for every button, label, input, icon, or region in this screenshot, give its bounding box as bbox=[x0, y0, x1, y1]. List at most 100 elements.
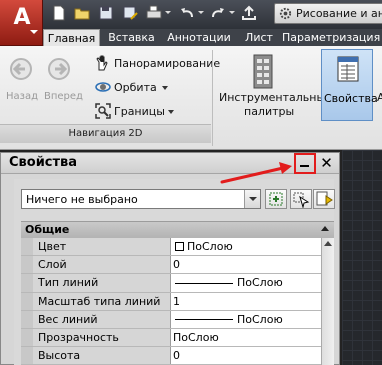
group-header-general[interactable]: Общие bbox=[21, 221, 334, 238]
properties-button[interactable]: Свойства bbox=[321, 49, 378, 121]
property-value-text: ПоСлою bbox=[187, 240, 233, 253]
forward-label: Вперед bbox=[44, 91, 83, 102]
property-name: Тип линий bbox=[33, 274, 171, 292]
linetype-sample bbox=[175, 282, 233, 284]
redo-icon[interactable] bbox=[209, 4, 227, 22]
orbit-label[interactable]: Орбита bbox=[114, 81, 157, 94]
lineweight-sample bbox=[175, 319, 233, 321]
select-objects-button[interactable] bbox=[290, 189, 312, 209]
properties-palette: Свойства ✕ Ничего не выбрано Общие Цвет … bbox=[0, 152, 340, 365]
tool-palettes-icon[interactable] bbox=[252, 54, 274, 90]
property-row-layer[interactable]: Слой 0 bbox=[21, 256, 334, 275]
property-value-lineweight[interactable]: ПоСлою bbox=[171, 310, 321, 328]
extents-label[interactable]: Границы bbox=[114, 105, 165, 118]
property-name: Прозрачность bbox=[33, 328, 171, 347]
properties-table: Цвет ПоСлою Слой 0 Тип линий ПоСлою Масш… bbox=[21, 238, 334, 365]
ribbon-tabs: Главная Вставка Аннотации Лист Параметри… bbox=[43, 29, 382, 46]
property-value-linetype-scale[interactable]: 1 bbox=[171, 292, 321, 310]
tab-insert[interactable]: Вставка bbox=[104, 29, 159, 46]
property-row-thickness[interactable]: Высота 0 bbox=[21, 347, 334, 365]
property-row-lineweight[interactable]: Вес линий ПоСлою bbox=[21, 310, 334, 329]
chevron-down-icon[interactable] bbox=[162, 86, 168, 90]
workspace-selector[interactable]: Рисование и аннот bbox=[274, 3, 382, 24]
tool-palettes-label-line2[interactable]: палитры bbox=[244, 105, 294, 118]
chevron-down-icon[interactable] bbox=[198, 11, 204, 14]
property-name: Слой bbox=[33, 256, 171, 274]
tab-layout[interactable]: Лист bbox=[242, 29, 276, 46]
selection-dropdown[interactable]: Ничего не выбрано bbox=[21, 189, 261, 209]
tab-home[interactable]: Главная bbox=[43, 29, 100, 46]
property-row-linetype-scale[interactable]: Масштаб типа линий 1 bbox=[21, 292, 334, 311]
row-gutter bbox=[21, 347, 33, 365]
properties-icon bbox=[337, 56, 359, 82]
save-as-icon[interactable] bbox=[121, 4, 139, 22]
collapse-icon[interactable] bbox=[321, 226, 329, 231]
ribbon-panel: Назад Вперед Панорамирование Орбита Гран… bbox=[0, 46, 382, 150]
close-button[interactable]: ✕ bbox=[319, 155, 334, 171]
chevron-down-icon[interactable] bbox=[229, 11, 235, 14]
color-swatch bbox=[175, 242, 184, 251]
share-icon[interactable] bbox=[240, 4, 258, 22]
drawing-area[interactable] bbox=[342, 150, 382, 365]
save-icon[interactable] bbox=[97, 4, 115, 22]
back-icon[interactable] bbox=[8, 56, 34, 82]
open-folder-icon[interactable] bbox=[73, 4, 91, 22]
gear-icon bbox=[279, 7, 292, 20]
title-bar: Рисование и аннот bbox=[0, 0, 382, 29]
navigation-panel-title[interactable]: Навигация 2D bbox=[0, 124, 211, 143]
vertical-scrollbar[interactable] bbox=[321, 238, 334, 365]
palette-header[interactable]: Свойства ✕ bbox=[1, 153, 339, 174]
palette-body: Ничего не выбрано Общие Цвет ПоСлою Слой… bbox=[14, 179, 335, 365]
back-label: Назад bbox=[6, 91, 39, 102]
new-file-icon[interactable] bbox=[50, 4, 68, 22]
autocad-logo-icon: A bbox=[13, 5, 31, 30]
orbit-icon[interactable] bbox=[94, 78, 112, 96]
property-value-text: ПоСлою bbox=[237, 312, 283, 326]
tool-palettes-label-line1[interactable]: Инструментальные bbox=[219, 91, 332, 104]
row-gutter bbox=[21, 310, 33, 328]
select-objects-icon bbox=[293, 192, 310, 208]
property-value-linetype[interactable]: ПоСлою bbox=[171, 274, 321, 292]
palette-title: Свойства bbox=[9, 155, 78, 170]
toggle-pickadd-button[interactable] bbox=[265, 189, 287, 209]
pan-label[interactable]: Панорамирование bbox=[114, 57, 220, 70]
property-row-linetype[interactable]: Тип линий ПоСлою bbox=[21, 274, 334, 293]
chevron-down-icon bbox=[249, 197, 257, 201]
application-menu-button[interactable]: A bbox=[0, 0, 43, 46]
property-value-layer[interactable]: 0 bbox=[171, 256, 321, 274]
property-name: Цвет bbox=[33, 238, 171, 256]
dropdown-arrow[interactable] bbox=[244, 190, 260, 208]
property-value-text: ПоСлою bbox=[237, 276, 283, 290]
navigation-panel-label: Навигация 2D bbox=[68, 128, 143, 139]
property-name: Масштаб типа линий bbox=[33, 292, 171, 310]
property-row-transparency[interactable]: Прозрачность ПоСлою bbox=[21, 328, 334, 348]
chevron-down-icon bbox=[30, 30, 38, 34]
selection-value: Ничего не выбрано bbox=[26, 193, 138, 206]
plot-icon[interactable] bbox=[145, 4, 163, 22]
forward-icon[interactable] bbox=[46, 56, 72, 82]
chevron-down-icon[interactable] bbox=[168, 110, 174, 114]
property-name: Вес линий bbox=[33, 310, 171, 328]
row-gutter bbox=[21, 292, 33, 310]
pickadd-icon bbox=[269, 192, 283, 206]
chevron-down-icon[interactable] bbox=[165, 11, 171, 14]
truncated-ribbon-item: А bbox=[377, 91, 382, 104]
zoom-extents-icon[interactable] bbox=[94, 102, 112, 120]
scroll-up-icon[interactable] bbox=[324, 241, 332, 246]
quick-select-icon bbox=[316, 191, 333, 206]
property-value-transparency[interactable]: ПоСлою bbox=[171, 328, 321, 347]
row-gutter bbox=[21, 274, 33, 292]
property-value-color[interactable]: ПоСлою bbox=[171, 238, 321, 256]
annotation-highlight bbox=[294, 153, 316, 174]
property-value-thickness[interactable]: 0 bbox=[171, 347, 321, 365]
tab-annotate[interactable]: Аннотации bbox=[163, 29, 235, 46]
pan-hand-icon[interactable] bbox=[94, 54, 112, 72]
workspace-label: Рисование и аннот bbox=[296, 7, 382, 20]
ribbon-separator bbox=[212, 50, 213, 146]
quick-select-button[interactable] bbox=[313, 189, 335, 209]
undo-icon[interactable] bbox=[178, 4, 196, 22]
group-title: Общие bbox=[25, 223, 70, 236]
tab-parametric[interactable]: Параметризация bbox=[282, 29, 382, 46]
row-gutter bbox=[21, 256, 33, 274]
property-row-color[interactable]: Цвет ПоСлою bbox=[21, 238, 334, 257]
